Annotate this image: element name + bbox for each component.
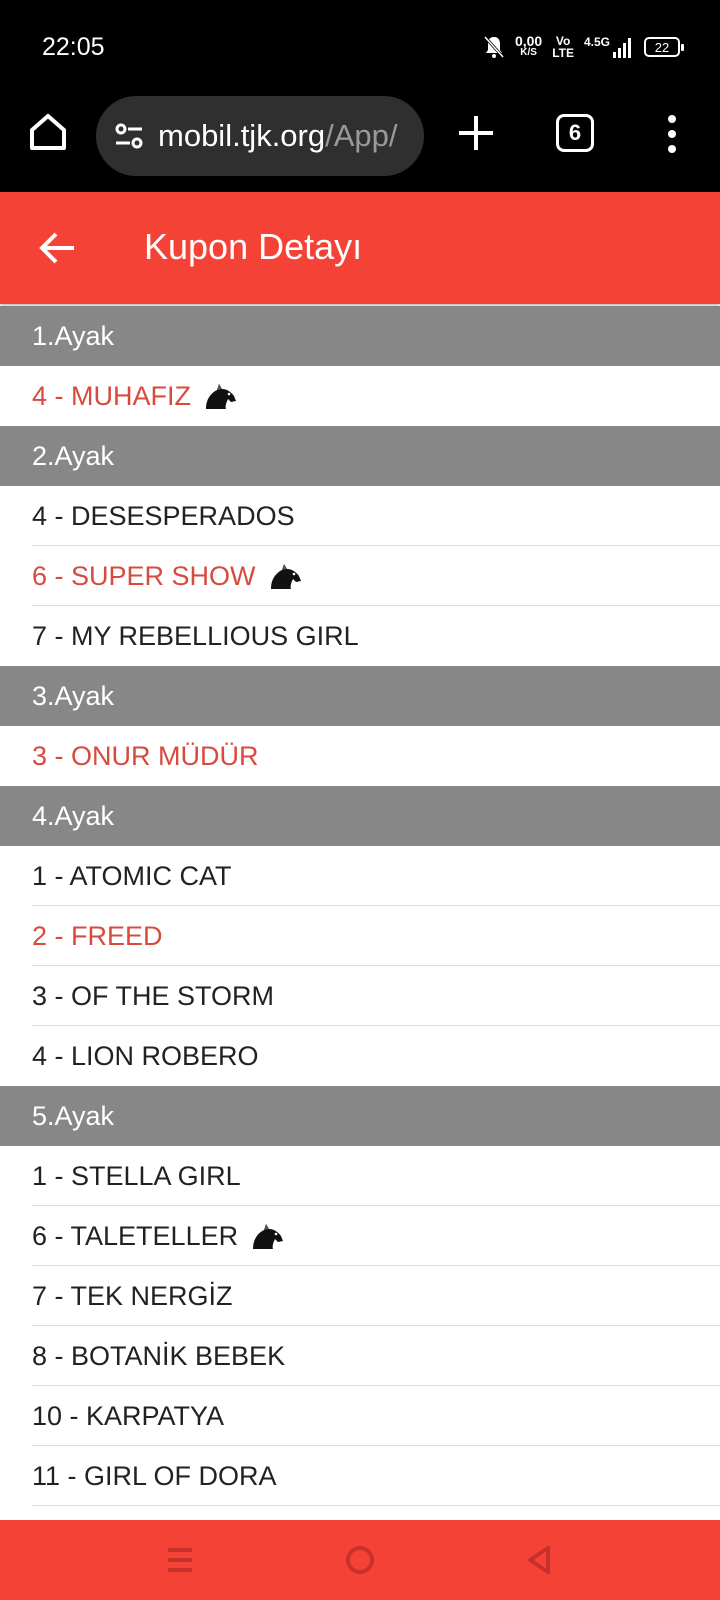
home-circle-icon[interactable] [342, 1542, 378, 1578]
horse-label: 1 - STELLA GIRL [32, 1160, 241, 1191]
leg-header: 1.Ayak [0, 306, 720, 366]
horse-row[interactable]: 2 - FREED [0, 906, 720, 966]
menu-dots-icon[interactable] [660, 114, 684, 154]
horse-label: 3 - ONUR MÜDÜR [32, 740, 259, 771]
horse-row[interactable]: 8 - BOTANİK BEBEK [0, 1326, 720, 1386]
browser-toolbar: mobil.tjk.org/App/ 6 [0, 92, 720, 192]
url-text: mobil.tjk.org/App/ [158, 118, 398, 153]
horse-row[interactable]: 1 - ATOMIC CAT [0, 846, 720, 906]
status-bar: 22:05 0,00 K/S Vo LTE 4.5G 22 [0, 0, 720, 92]
horse-label: 10 - KARPATYA [32, 1400, 225, 1431]
horse-label: 11 - GIRL OF DORA [32, 1460, 277, 1491]
net-speed: 0,00 K/S [514, 33, 543, 58]
horse-row[interactable]: 4 - MUHAFIZ [0, 366, 720, 426]
arrow-back-icon[interactable] [38, 228, 78, 268]
address-bar[interactable]: mobil.tjk.org/App/ [96, 96, 424, 176]
signal-indicator: 4.5G [584, 35, 634, 59]
horse-head-icon [206, 384, 236, 409]
horse-row[interactable]: 7 - TEK NERGİZ [0, 1266, 720, 1326]
signal-icon [613, 38, 631, 58]
bell-off-icon [483, 35, 505, 59]
horse-label: 8 - BOTANİK BEBEK [32, 1340, 286, 1371]
horse-label: 6 - SUPER SHOW [32, 560, 256, 591]
horse-row[interactable]: 7 - MY REBELLIOUS GIRL [0, 606, 720, 666]
status-icons: 0,00 K/S Vo LTE 4.5G 22 [483, 30, 684, 64]
leg-header: 5.Ayak [0, 1086, 720, 1146]
horse-label: 7 - TEK NERGİZ [32, 1280, 233, 1311]
horse-label: 6 - TALETELLER [32, 1220, 239, 1251]
plus-icon[interactable] [455, 112, 497, 154]
tabs-icon[interactable]: 6 [556, 114, 594, 152]
battery-icon: 22 [644, 37, 684, 57]
horse-label: 4 - LION ROBERO [32, 1040, 259, 1071]
horse-label: 4 - DESESPERADOS [32, 500, 295, 531]
horse-label: 4 - MUHAFIZ [32, 380, 191, 411]
horse-row[interactable]: 1 - STELLA GIRL [0, 1146, 720, 1206]
horse-label: 2 - FREED [32, 920, 163, 951]
horse-row[interactable]: 4 - DESESPERADOS [0, 486, 720, 546]
volte-indicator: Vo LTE [552, 34, 574, 60]
horse-row[interactable]: 3 - OF THE STORM [0, 966, 720, 1026]
system-nav-bar [0, 1520, 720, 1600]
home-icon[interactable] [26, 110, 70, 154]
horse-label: 1 - ATOMIC CAT [32, 860, 232, 891]
horse-row[interactable]: 3 - ONUR MÜDÜR [0, 726, 720, 786]
horse-row[interactable]: 11 - GIRL OF DORA [0, 1446, 720, 1506]
horse-head-icon [270, 564, 301, 589]
horse-label: 7 - MY REBELLIOUS GIRL [32, 620, 359, 651]
horse-row[interactable]: 10 - KARPATYA [0, 1386, 720, 1446]
horse-row[interactable]: 6 - TALETELLER [0, 1206, 720, 1266]
recents-icon[interactable] [162, 1542, 198, 1578]
horse-label: 3 - OF THE STORM [32, 980, 275, 1011]
horse-head-icon [253, 1224, 284, 1249]
coupon-legs-list: 1.Ayak 4 - MUHAFIZ 2.Ayak 4 - DESESPERADOS 6… [0, 306, 720, 1506]
site-settings-icon[interactable] [112, 119, 146, 153]
leg-header: 3.Ayak [0, 666, 720, 726]
horse-row[interactable]: 4 - LION ROBERO [0, 1026, 720, 1086]
page-title: Kupon Detayı [144, 226, 363, 267]
status-time: 22:05 [42, 33, 105, 61]
horse-row[interactable]: 6 - SUPER SHOW [0, 546, 720, 606]
back-triangle-icon[interactable] [522, 1542, 558, 1578]
leg-header: 4.Ayak [0, 786, 720, 846]
network-type: 4.5G [583, 35, 610, 49]
app-header: Kupon Detayı [0, 192, 720, 304]
leg-header: 2.Ayak [0, 426, 720, 486]
